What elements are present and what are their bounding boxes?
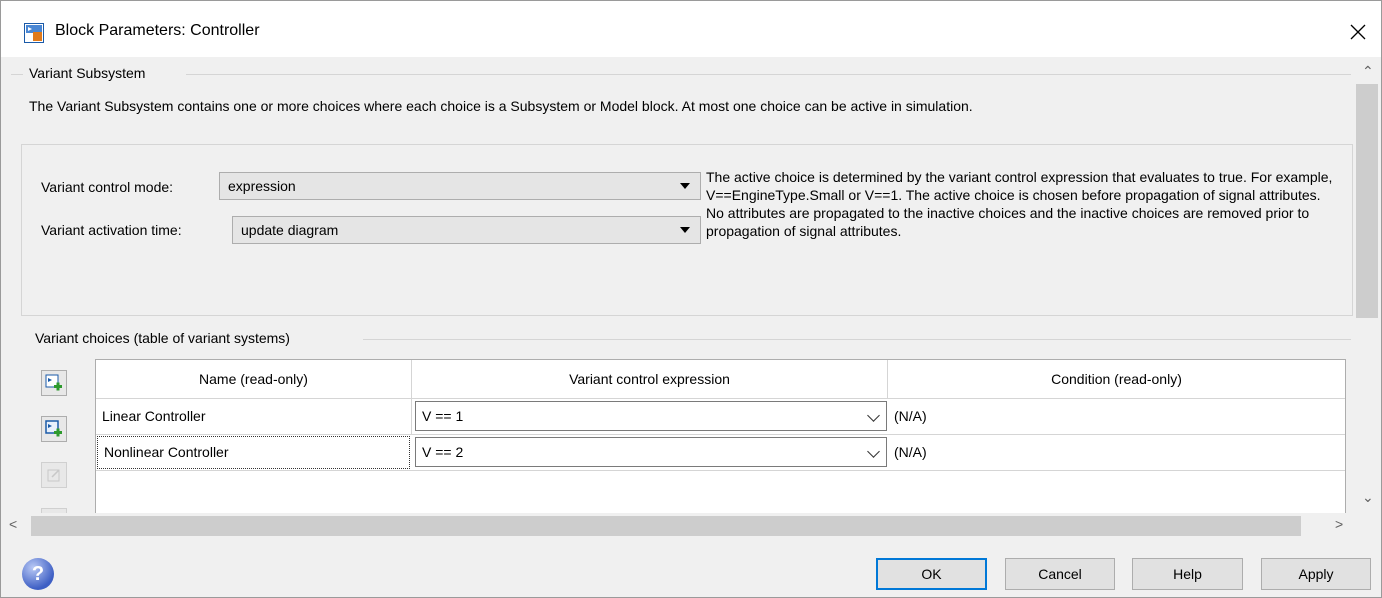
help-icon[interactable]: ? xyxy=(22,558,54,590)
variant-activation-time-select[interactable]: update diagram xyxy=(232,216,701,244)
variant-choices-table: Name (read-only) Variant control express… xyxy=(95,359,1346,513)
variant-expression-select[interactable]: V == 1 xyxy=(415,401,887,431)
variant-expression-value: V == 2 xyxy=(422,444,464,460)
group-divider xyxy=(363,339,1351,340)
scroll-right-arrow-icon[interactable]: > xyxy=(1335,516,1343,532)
column-header-expression[interactable]: Variant control expression xyxy=(412,360,888,398)
chevron-down-icon xyxy=(867,445,880,458)
variant-control-mode-select[interactable]: expression xyxy=(219,172,701,200)
add-model-choice-button[interactable] xyxy=(41,416,67,442)
cancel-button[interactable]: Cancel xyxy=(1005,558,1115,590)
column-header-name[interactable]: Name (read-only) xyxy=(96,360,412,398)
variant-control-mode-label: Variant control mode: xyxy=(41,179,174,195)
add-subsystem-choice-icon xyxy=(45,374,62,391)
window-title: Block Parameters: Controller xyxy=(55,22,260,39)
variant-subsystem-description: The Variant Subsystem contains one or mo… xyxy=(29,98,973,114)
group-divider xyxy=(186,74,1351,75)
group-divider xyxy=(11,74,23,75)
column-header-condition[interactable]: Condition (read-only) xyxy=(888,360,1345,398)
add-subsystem-choice-button[interactable] xyxy=(41,370,67,396)
table-row[interactable]: Nonlinear Controller V == 2 (N/A) xyxy=(96,434,1345,470)
vertical-scroll-thumb[interactable] xyxy=(1356,84,1378,318)
scroll-up-arrow-icon[interactable]: ⌃ xyxy=(1362,63,1374,80)
variant-subsystem-group-label: Variant Subsystem xyxy=(29,65,146,81)
variant-control-info-text: The active choice is determined by the v… xyxy=(706,169,1333,239)
table-row[interactable]: Linear Controller V == 1 (N/A) xyxy=(96,398,1345,434)
apply-button[interactable]: Apply xyxy=(1261,558,1371,590)
variant-expression-value: V == 1 xyxy=(422,408,464,424)
chevron-down-icon xyxy=(867,409,880,422)
dialog-content: Variant Subsystem The Variant Subsystem … xyxy=(1,57,1353,513)
variant-choices-group-label: Variant choices (table of variant system… xyxy=(35,330,290,346)
condition-cell: (N/A) xyxy=(894,444,927,460)
horizontal-scrollbar[interactable]: < > xyxy=(1,513,1353,539)
vertical-scrollbar[interactable]: ⌃ ⌄ xyxy=(1353,57,1381,513)
block-parameters-dialog: Block Parameters: Controller Variant Sub… xyxy=(0,0,1382,598)
help-button[interactable]: Help xyxy=(1132,558,1243,590)
horizontal-scroll-thumb[interactable] xyxy=(31,516,1301,536)
title-bar: Block Parameters: Controller xyxy=(1,1,1381,57)
ok-button[interactable]: OK xyxy=(876,558,987,590)
simulink-block-icon xyxy=(24,23,44,43)
choice-name-cell: Linear Controller xyxy=(96,399,412,434)
dropdown-arrow-icon xyxy=(680,183,690,189)
variant-control-panel: Variant control mode: expression Variant… xyxy=(21,144,1353,316)
close-button[interactable] xyxy=(1335,9,1381,55)
condition-cell: (N/A) xyxy=(894,408,927,424)
variant-expression-select[interactable]: V == 2 xyxy=(415,437,887,467)
variant-control-mode-value: expression xyxy=(228,178,296,194)
variant-activation-time-label: Variant activation time: xyxy=(41,222,182,238)
add-model-choice-icon xyxy=(45,420,62,437)
scroll-down-arrow-icon[interactable]: ⌄ xyxy=(1362,489,1374,506)
edit-icon xyxy=(47,469,60,482)
variant-activation-time-value: update diagram xyxy=(241,222,339,238)
close-icon xyxy=(1350,24,1366,40)
edit-choice-button[interactable] xyxy=(41,462,67,488)
row-divider xyxy=(96,470,1345,471)
dropdown-arrow-icon xyxy=(680,227,690,233)
choice-name-cell: Nonlinear Controller xyxy=(97,436,410,469)
scroll-left-arrow-icon[interactable]: < xyxy=(9,516,17,532)
